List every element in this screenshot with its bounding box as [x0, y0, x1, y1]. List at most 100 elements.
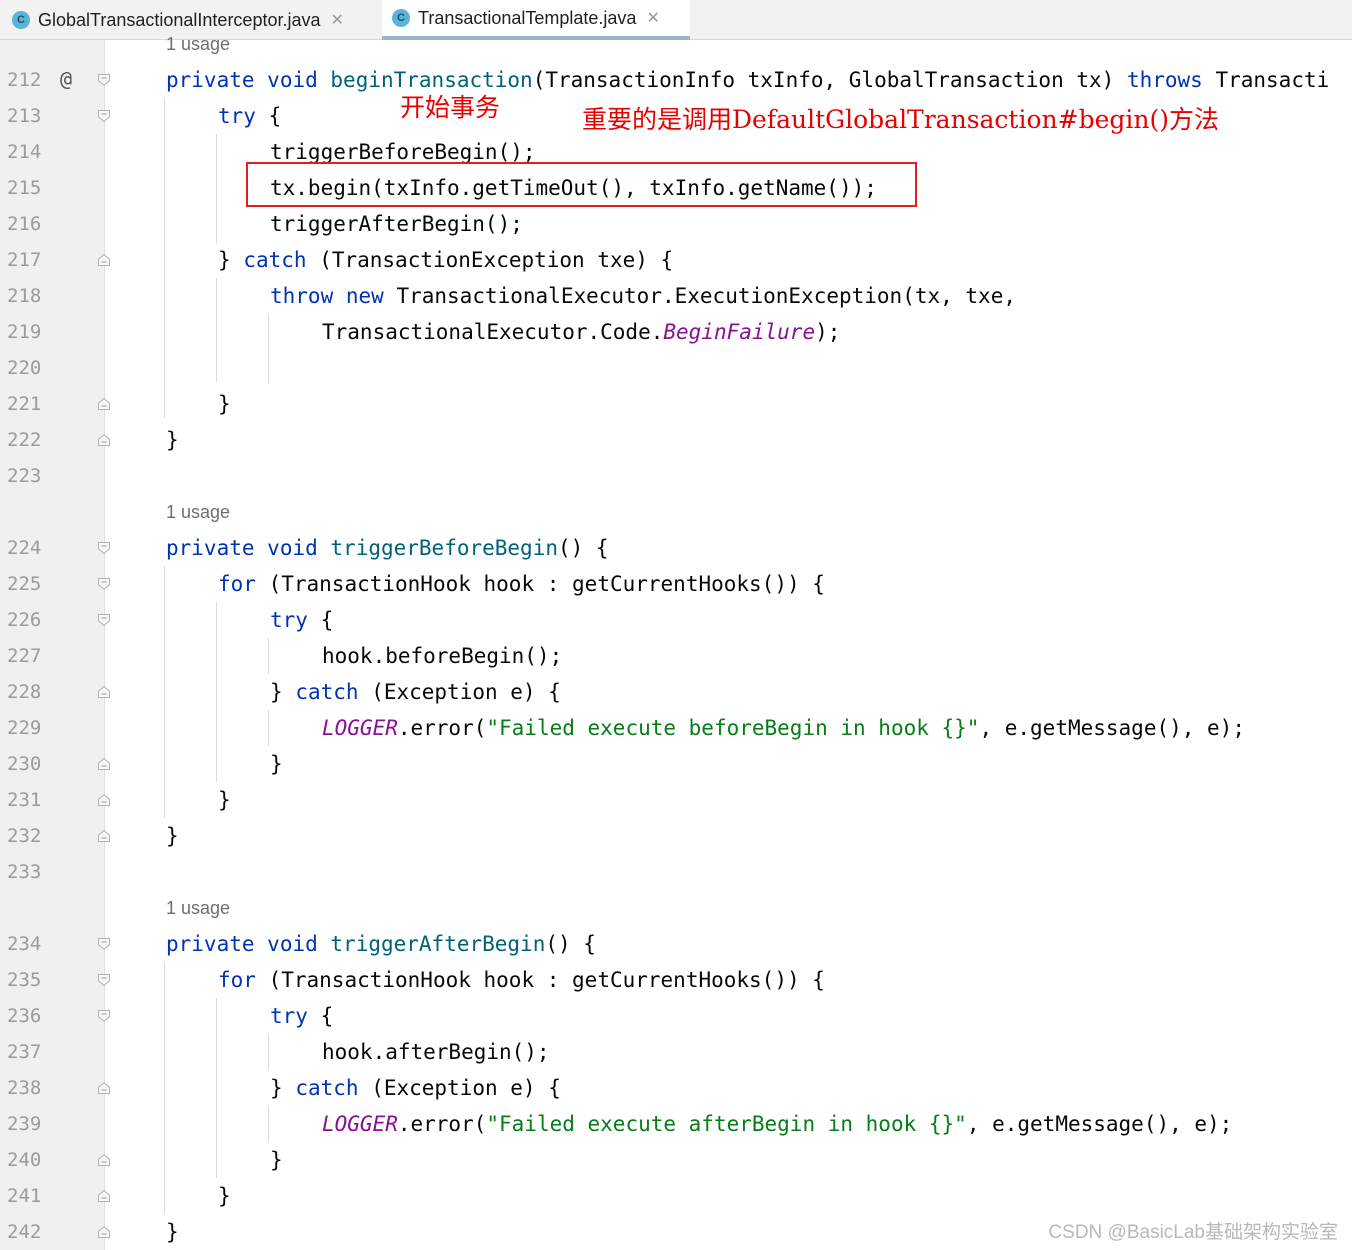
code-line-228[interactable]: } catch (Exception e) {: [270, 674, 561, 710]
keyword: for: [218, 968, 256, 992]
code-text: );: [815, 320, 841, 344]
fold-close-icon[interactable]: [97, 1189, 111, 1203]
close-icon[interactable]: ✕: [646, 8, 659, 28]
code-text: , e.getMessage(), e);: [979, 716, 1245, 740]
keyword: catch: [243, 248, 307, 272]
code-line-234[interactable]: private void triggerAfterBegin() {: [166, 926, 596, 962]
fold-close-icon[interactable]: [97, 685, 111, 699]
usage-hint[interactable]: 1 usage: [166, 26, 230, 62]
code-line-242[interactable]: }: [166, 1214, 179, 1250]
line-number: 217: [7, 249, 42, 271]
code-line-227[interactable]: hook.beforeBegin();: [322, 638, 562, 674]
fold-close-icon[interactable]: [97, 757, 111, 771]
code-line-232[interactable]: }: [166, 818, 179, 854]
code-line-237[interactable]: hook.afterBegin();: [322, 1034, 550, 1070]
code-line-239[interactable]: LOGGER.error("Failed execute afterBegin …: [322, 1106, 1232, 1142]
code-line-231[interactable]: }: [218, 782, 231, 818]
fold-close-icon[interactable]: [97, 253, 111, 267]
code-line-241[interactable]: }: [218, 1178, 231, 1214]
fold-close-icon[interactable]: [97, 1225, 111, 1239]
line-number: 214: [7, 141, 42, 163]
indent-guide: [164, 962, 165, 1214]
code-line-218[interactable]: throw new TransactionalExecutor.Executio…: [270, 278, 1016, 314]
code-line-225[interactable]: for (TransactionHook hook : getCurrentHo…: [218, 566, 825, 602]
annotation-start-transaction: 开始事务: [400, 93, 501, 122]
fold-close-icon[interactable]: [97, 793, 111, 807]
fold-open-icon[interactable]: [97, 541, 111, 555]
indent-guide: [268, 710, 269, 746]
code-text: , e.getMessage(), e);: [966, 1112, 1233, 1136]
code-line-216[interactable]: triggerAfterBegin();: [270, 206, 523, 242]
code-line-236[interactable]: try {: [270, 998, 333, 1034]
code-text: {: [320, 608, 334, 632]
code-line-212[interactable]: private void beginTransaction(Transactio…: [166, 62, 1329, 98]
code-line-219[interactable]: TransactionalExecutor.Code.BeginFailure)…: [322, 314, 840, 350]
line-number: 221: [7, 393, 42, 415]
tab-label: TransactionalTemplate.java: [418, 7, 637, 28]
fold-open-icon[interactable]: [97, 73, 111, 87]
class-icon: C: [12, 11, 30, 29]
fold-open-icon[interactable]: [97, 613, 111, 627]
keyword: catch: [295, 1076, 359, 1100]
fold-open-icon[interactable]: [97, 109, 111, 123]
code-line-221[interactable]: }: [218, 386, 231, 422]
indent-guide: [216, 602, 217, 782]
code-text: TransactionalExecutor.ExecutionException…: [396, 284, 1016, 308]
line-number: 213: [7, 105, 42, 127]
line-number: 222: [7, 429, 42, 451]
fold-close-icon[interactable]: [97, 433, 111, 447]
code-text: .error(: [397, 1112, 487, 1136]
fold-close-icon[interactable]: [97, 1153, 111, 1167]
code-line-213[interactable]: try {: [218, 98, 281, 134]
code-text: }: [270, 680, 283, 704]
watermark: CSDN @BasicLab基础架构实验室: [1048, 1222, 1338, 1243]
fold-open-icon[interactable]: [97, 577, 111, 591]
line-number: 232: [7, 825, 42, 847]
override-marker-icon[interactable]: @: [60, 61, 72, 97]
keyword: private: [166, 68, 255, 92]
indent-guide: [268, 638, 269, 674]
class-icon: C: [392, 9, 410, 27]
code-line-224[interactable]: private void triggerBeforeBegin() {: [166, 530, 609, 566]
code-text: (Exception e) {: [371, 680, 561, 704]
indent-guide: [216, 134, 217, 244]
method-name: triggerBeforeBegin: [330, 536, 558, 560]
keyword: try: [218, 104, 256, 128]
usage-hint[interactable]: 1 usage: [166, 494, 230, 530]
highlight-box: [246, 162, 917, 207]
tab-transactional-template[interactable]: C TransactionalTemplate.java ✕: [382, 0, 690, 40]
line-number: 241: [7, 1185, 42, 1207]
line-number: 236: [7, 1005, 42, 1027]
close-icon[interactable]: ✕: [331, 10, 344, 30]
fold-close-icon[interactable]: [97, 1081, 111, 1095]
code-text: (Exception e) {: [371, 1076, 561, 1100]
code-text: }: [270, 1076, 283, 1100]
code-text: (TransactionException txe) {: [319, 248, 674, 272]
usage-hint[interactable]: 1 usage: [166, 890, 230, 926]
code-line-222[interactable]: }: [166, 422, 179, 458]
fold-open-icon[interactable]: [97, 973, 111, 987]
code-text: () {: [545, 932, 596, 956]
indent-guide: [216, 998, 217, 1178]
keyword: void: [267, 68, 318, 92]
code-line-229[interactable]: LOGGER.error("Failed execute beforeBegin…: [322, 710, 1245, 746]
code-line-240[interactable]: }: [270, 1142, 283, 1178]
keyword: for: [218, 572, 256, 596]
code-line-238[interactable]: } catch (Exception e) {: [270, 1070, 561, 1106]
indent-guide: [268, 1106, 269, 1142]
line-number: 224: [7, 537, 42, 559]
fold-open-icon[interactable]: [97, 937, 111, 951]
keyword: private: [166, 932, 255, 956]
code-line-230[interactable]: }: [270, 746, 283, 782]
code-line-235[interactable]: for (TransactionHook hook : getCurrentHo…: [218, 962, 825, 998]
fold-close-icon[interactable]: [97, 829, 111, 843]
code-line-217[interactable]: } catch (TransactionException txe) {: [218, 242, 673, 278]
keyword: throw: [270, 284, 334, 308]
fold-close-icon[interactable]: [97, 397, 111, 411]
fold-open-icon[interactable]: [97, 1009, 111, 1023]
line-number: 233: [7, 861, 42, 883]
line-number: 242: [7, 1221, 42, 1243]
line-number: 231: [7, 789, 42, 811]
static-field: BeginFailure: [663, 320, 816, 344]
code-line-226[interactable]: try {: [270, 602, 333, 638]
